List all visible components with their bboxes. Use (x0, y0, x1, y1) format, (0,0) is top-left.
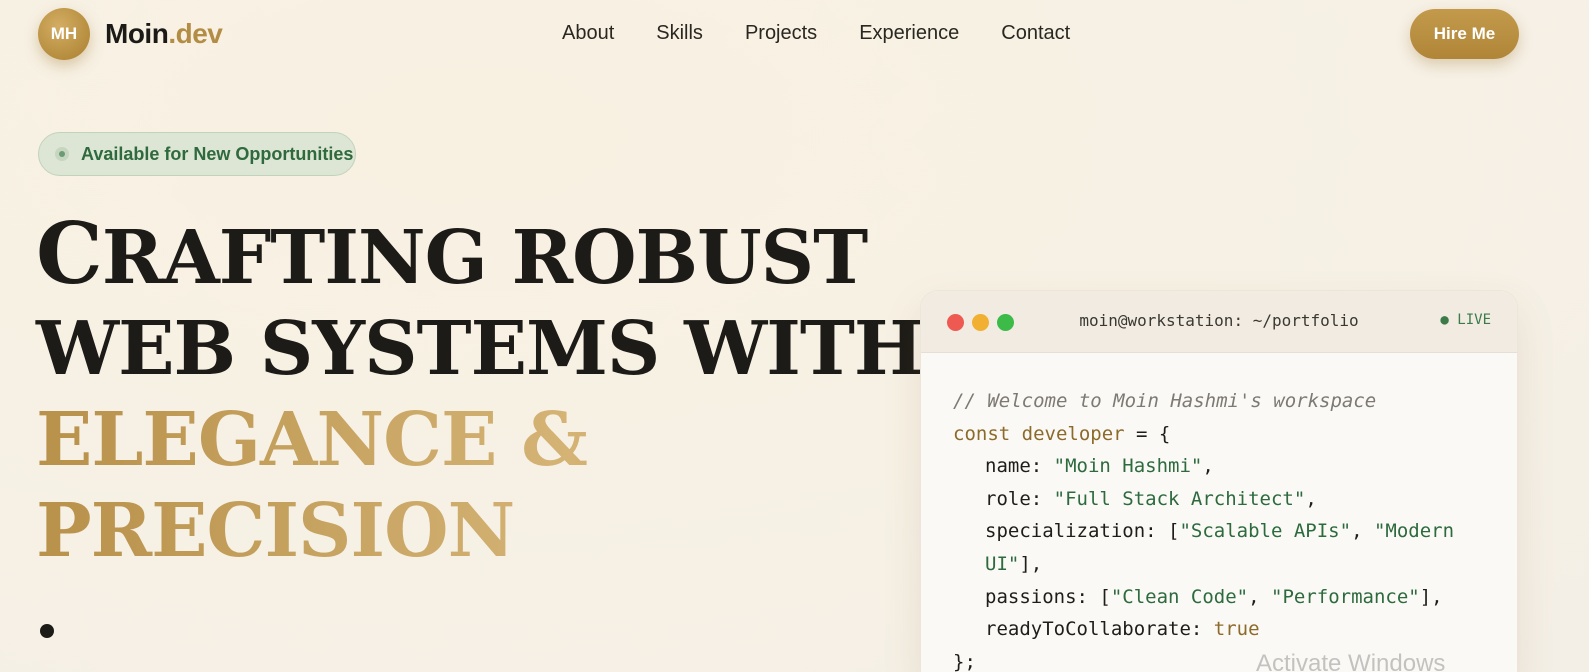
logo-tld: .dev (168, 18, 223, 49)
code-string: "Modern (1373, 520, 1455, 543)
code-string: UI" (985, 552, 1020, 575)
code-string: "Performance" (1271, 585, 1420, 608)
code-string: "Scalable APIs" (1179, 520, 1352, 543)
code-string: "Clean Code" (1110, 585, 1249, 608)
code-key: name: (985, 455, 1054, 478)
code-string: "Full Stack Architect" (1053, 487, 1306, 510)
logo-badge: MH (38, 8, 90, 60)
logo-name: Moin (105, 18, 169, 49)
availability-text: Available for New Opportunities (81, 143, 354, 164)
headline-line-1: CRAFTING ROBUST (36, 208, 923, 304)
code-declaration-rest: = { (1124, 422, 1171, 445)
code-close: }; (953, 650, 976, 672)
code-line-ready: readyToCollaborate: true (953, 613, 1487, 646)
code-separator: ], (1419, 585, 1443, 608)
headline-line-1-rest: RAFTING ROBUST (101, 215, 868, 301)
code-separator: , (1248, 585, 1272, 608)
code-string: "Moin Hashmi" (1053, 455, 1203, 478)
logo-text: Moin.dev (105, 18, 223, 50)
headline-cap: C (36, 204, 103, 303)
code-key: readyToCollaborate: (985, 618, 1214, 641)
code-boolean: true (1213, 618, 1260, 641)
code-key: role: (985, 487, 1054, 510)
availability-badge: Available for New Opportunities (38, 132, 356, 176)
hire-me-button[interactable]: Hire Me (1410, 9, 1519, 59)
live-status: ● LIVE (1440, 312, 1491, 328)
code-line-role: role: "Full Stack Architect", (985, 487, 1317, 510)
code-key: passions: [ (985, 585, 1111, 608)
activate-windows-watermark: Activate Windows (1256, 650, 1446, 672)
code-block: // Welcome to Moin Hashmi's workspace co… (921, 353, 1517, 672)
logo[interactable]: MH Moin.dev (38, 8, 223, 60)
terminal-window: moin@workstation: ~/portfolio ● LIVE // … (920, 290, 1518, 672)
code-line-spec-cont: UI"], (953, 548, 1487, 581)
status-dot-icon (55, 147, 69, 161)
code-line-spec: specialization: ["Scalable APIs", "Moder… (953, 515, 1487, 548)
code-comment: // Welcome to Moin Hashmi's workspace (953, 390, 1377, 412)
top-nav: MH Moin.dev About Skills Projects Experi… (0, 0, 1589, 70)
nav-link-experience[interactable]: Experience (859, 22, 959, 45)
headline-line-4: PRECISION (36, 486, 923, 577)
nav-link-projects[interactable]: Projects (745, 22, 817, 45)
headline-line-2: WEB SYSTEMS WITH (36, 306, 924, 392)
scroll-indicator-dot (40, 624, 54, 638)
code-line-passions: passions: ["Clean Code", "Performance"], (953, 581, 1487, 614)
code-line-name: name: "Moin Hashmi", (985, 455, 1214, 478)
terminal-title: moin@workstation: ~/portfolio (1079, 311, 1359, 330)
code-declaration: const developer (953, 422, 1125, 445)
nav-link-contact[interactable]: Contact (1001, 22, 1070, 45)
nav-links: About Skills Projects Experience Contact (562, 22, 1112, 45)
nav-link-skills[interactable]: Skills (656, 22, 703, 45)
nav-link-about[interactable]: About (562, 22, 614, 45)
code-key: specialization: [ (985, 520, 1180, 543)
terminal-titlebar: moin@workstation: ~/portfolio ● LIVE (921, 291, 1517, 353)
code-separator: , (1351, 520, 1374, 543)
code-separator: ], (1019, 552, 1043, 575)
headline-line-3: ELEGANCE & (36, 395, 923, 486)
hero-headline: CRAFTING ROBUST WEB SYSTEMS WITH ELEGANC… (36, 208, 924, 577)
